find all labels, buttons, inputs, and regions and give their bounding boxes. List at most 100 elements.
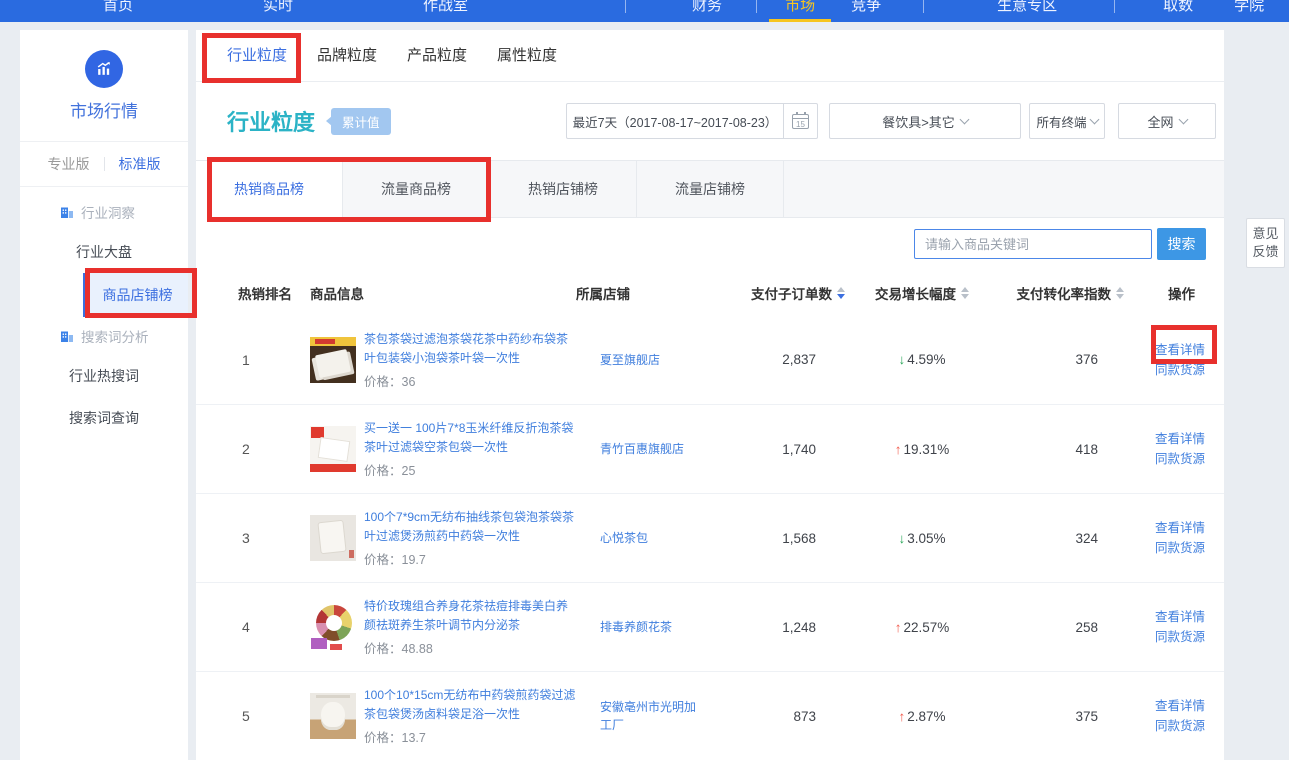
sort-icon[interactable] [837, 287, 845, 299]
action-same-source[interactable]: 同款货源 [1155, 449, 1224, 469]
shop-link[interactable]: 安徽亳州市光明加工厂 [576, 698, 716, 734]
date-range-picker[interactable]: 最近7天（2017-08-17~2017-08-23） 15 [566, 103, 818, 139]
title-toolbar: 行业粒度 累计值 最近7天（2017-08-17~2017-08-23） 15 … [196, 82, 1224, 160]
index-value: 375 [992, 709, 1132, 724]
actions-cell: 查看详情同款货源 [1132, 696, 1224, 736]
topnav-item[interactable]: 实时 [263, 0, 293, 22]
growth-value: 22.57% [903, 620, 949, 635]
actions-cell: 查看详情同款货源 [1132, 429, 1224, 469]
topnav-item[interactable]: 生意专区 [997, 0, 1057, 22]
granularity-tab[interactable]: 行业粒度 [227, 30, 287, 82]
market-chart-icon [85, 50, 123, 88]
page-title: 行业粒度 [227, 105, 315, 137]
product-thumbnail[interactable] [310, 515, 356, 561]
product-thumbnail[interactable] [310, 693, 356, 739]
sidebar-section-header: 行业洞察 [20, 193, 188, 231]
granularity-tab[interactable]: 属性粒度 [497, 30, 557, 82]
table-row: 3100个7*9cm无纺布抽线茶包袋泡茶袋茶叶过滤煲汤煎药中药袋一次性价格：19… [196, 493, 1224, 582]
calendar-button[interactable]: 15 [783, 104, 817, 138]
table-row: 1茶包茶袋过滤泡茶袋花茶中药纱布袋茶叶包装袋小泡袋茶叶袋一次性价格：36夏至旗舰… [196, 315, 1224, 404]
product-name-link[interactable]: 茶包茶袋过滤泡茶袋花茶中药纱布袋茶叶包装袋小泡袋茶叶袋一次性 [364, 330, 576, 368]
topnav-item[interactable]: 财务 [692, 0, 722, 22]
topnav-separator [1114, 0, 1115, 13]
product-info-cell: 特价玫瑰组合养身花茶祛痘排毒美白养颜祛斑养生茶叶调节内分泌茶价格：48.88 [310, 597, 576, 657]
product-name-link[interactable]: 100个7*9cm无纺布抽线茶包袋泡茶袋茶叶过滤煲汤煎药中药袋一次性 [364, 508, 576, 546]
product-thumbnail[interactable] [310, 426, 356, 472]
topnav-item[interactable]: 学院 [1234, 0, 1264, 22]
topnav-item[interactable]: 取数 [1163, 0, 1193, 22]
feedback-button[interactable]: 意见 反馈 [1246, 218, 1285, 268]
action-view-detail[interactable]: 查看详情 [1155, 340, 1224, 360]
growth-cell: ↑19.31% [852, 442, 992, 457]
product-meta: 特价玫瑰组合养身花茶祛痘排毒美白养颜祛斑养生茶叶调节内分泌茶价格：48.88 [364, 597, 576, 657]
granularity-tab[interactable]: 品牌粒度 [317, 30, 377, 82]
ranking-subtab[interactable]: 热销店铺榜 [490, 161, 637, 218]
product-name-link[interactable]: 买一送一 100片7*8玉米纤维反折泡茶袋茶叶过滤袋空茶包袋一次性 [364, 419, 576, 457]
shop-link[interactable]: 青竹百惠旗舰店 [576, 440, 716, 458]
granularity-tab[interactable]: 产品粒度 [407, 30, 467, 82]
action-same-source[interactable]: 同款货源 [1155, 716, 1224, 736]
chevron-down-icon [959, 114, 969, 124]
action-same-source[interactable]: 同款货源 [1155, 627, 1224, 647]
ranking-subtab[interactable]: 流量商品榜 [343, 161, 490, 218]
product-name-link[interactable]: 特价玫瑰组合养身花茶祛痘排毒美白养颜祛斑养生茶叶调节内分泌茶 [364, 597, 576, 635]
version-tab[interactable]: 标准版 [105, 154, 175, 174]
topnav-item[interactable]: 首页 [103, 0, 133, 22]
sidebar-item[interactable]: 搜索词查询 [20, 397, 188, 439]
network-dropdown[interactable]: 全网 [1118, 103, 1216, 139]
orders-value: 1,248 [716, 620, 852, 635]
search-button[interactable]: 搜索 [1157, 228, 1206, 260]
column-header-label: 热销排名 [238, 283, 292, 303]
ranking-subtab[interactable]: 热销商品榜 [196, 161, 343, 218]
arrow-up-icon: ↑ [895, 620, 902, 635]
index-value: 258 [992, 620, 1132, 635]
shop-link[interactable]: 夏至旗舰店 [576, 351, 716, 369]
orders-value: 2,837 [716, 352, 852, 367]
rank-cell: 5 [196, 708, 310, 724]
product-thumbnail[interactable] [310, 337, 356, 383]
sidebar-item[interactable]: 行业大盘 [20, 231, 188, 273]
rank-cell: 3 [196, 530, 310, 546]
sort-down-arrow [837, 294, 845, 299]
product-thumbnail[interactable] [310, 604, 356, 650]
terminal-dropdown[interactable]: 所有终端 [1029, 103, 1105, 139]
topnav-item[interactable]: 竞争 [851, 0, 881, 22]
growth-cell: ↓4.59% [852, 352, 992, 367]
sidebar-item[interactable]: 商品店铺榜 [83, 273, 188, 317]
orders-value: 1,568 [716, 531, 852, 546]
cumulative-badge: 累计值 [331, 108, 391, 135]
shop-link[interactable]: 心悦茶包 [576, 529, 716, 547]
topnav-item[interactable]: 市场 [785, 0, 815, 22]
feedback-line1: 意见 [1252, 225, 1278, 243]
version-tab[interactable]: 专业版 [34, 154, 104, 174]
column-header: 支付转化率指数 [992, 283, 1132, 303]
column-header: 操作 [1132, 283, 1224, 303]
sort-icon[interactable] [1116, 287, 1124, 299]
column-header-label: 操作 [1168, 283, 1195, 303]
topnav-item[interactable]: 作战室 [423, 0, 468, 22]
topnav-items: 首页 实时 作战室 财务 市场 竞争 生意专区 取数 学院 [0, 0, 1264, 22]
action-view-detail[interactable]: 查看详情 [1155, 607, 1224, 627]
granularity-tabbar: 行业粒度品牌粒度产品粒度属性粒度 [196, 30, 1224, 82]
category-dropdown[interactable]: 餐饮具>其它 [829, 103, 1021, 139]
topnav-separator [756, 0, 757, 13]
orders-value: 1,740 [716, 442, 852, 457]
category-value: 餐饮具>其它 [882, 112, 955, 131]
action-view-detail[interactable]: 查看详情 [1155, 429, 1224, 449]
terminal-value: 所有终端 [1036, 112, 1086, 131]
sort-icon[interactable] [961, 287, 969, 299]
action-same-source[interactable]: 同款货源 [1155, 538, 1224, 558]
growth-value: 19.31% [903, 442, 949, 457]
search-input[interactable] [914, 229, 1152, 259]
action-view-detail[interactable]: 查看详情 [1155, 518, 1224, 538]
table-row: 2买一送一 100片7*8玉米纤维反折泡茶袋茶叶过滤袋空茶包袋一次性价格：25青… [196, 404, 1224, 493]
shop-link[interactable]: 排毒养颜花茶 [576, 618, 716, 636]
ranking-subtab[interactable]: 流量店铺榜 [637, 161, 784, 218]
product-info-cell: 100个7*9cm无纺布抽线茶包袋泡茶袋茶叶过滤煲汤煎药中药袋一次性价格：19.… [310, 508, 576, 568]
product-name-link[interactable]: 100个10*15cm无纺布中药袋煎药袋过滤茶包袋煲汤卤料袋足浴一次性 [364, 686, 576, 724]
thumbnail-graphic [316, 605, 352, 641]
action-same-source[interactable]: 同款货源 [1155, 360, 1224, 380]
action-view-detail[interactable]: 查看详情 [1155, 696, 1224, 716]
sidebar-item[interactable]: 行业热搜词 [20, 355, 188, 397]
version-switcher: 专业版标准版 [20, 142, 188, 187]
